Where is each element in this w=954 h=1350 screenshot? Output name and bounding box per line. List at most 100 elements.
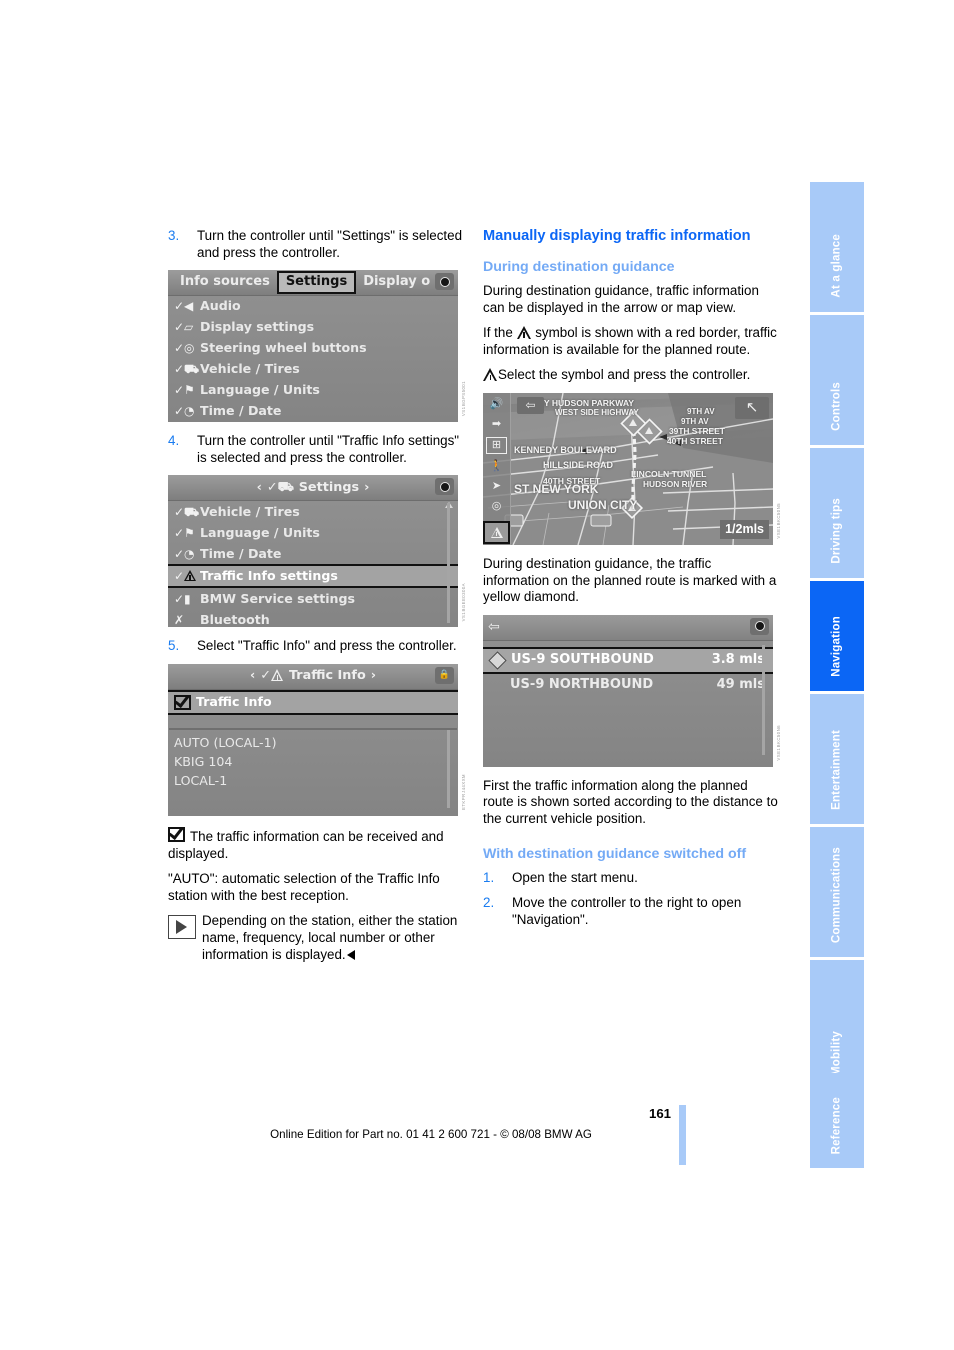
map-direction-arrow-icon[interactable]: ↖ xyxy=(735,397,769,419)
scrollbar[interactable] xyxy=(447,730,450,808)
paragraph-3: During destination guidance, the traffic… xyxy=(483,556,779,606)
pedestrian-icon[interactable]: 🚶 xyxy=(487,459,506,474)
traffic-list-row-selected[interactable]: US-9 SOUTHBOUND 3.8 mls xyxy=(483,647,773,674)
lcd-screenshot: ‹ ✓⛟ Settings › ✓⛟ Vehicle / Tires ✓⚑ La… xyxy=(168,475,458,627)
lcd-station-item[interactable]: KBIG 104 xyxy=(168,753,458,772)
lcd-title-bar: ‹ ✓⛟ Settings › xyxy=(168,475,458,501)
map-label: WEST SIDE HIGHWAY xyxy=(555,405,639,422)
page-number: 161 xyxy=(649,1106,671,1121)
lcd-list-item[interactable]: ✓⛟ Vehicle / Tires xyxy=(168,359,458,380)
subheading-with-destination-guidance-off: With destination guidance switched off xyxy=(483,846,779,863)
scrollbar[interactable] xyxy=(762,645,765,755)
chevron-right-icon: › xyxy=(371,668,376,685)
step-text: Open the start menu. xyxy=(512,870,779,887)
lcd-list-item[interactable]: ✓⚑ Language / Units xyxy=(168,522,458,543)
lcd-list-item[interactable]: ✓◎ Steering wheel buttons xyxy=(168,338,458,359)
compass-icon[interactable]: ◎ xyxy=(487,499,506,514)
lcd-menu-list: ✓◀ Audio ✓▱ Display settings ✓◎ Steering… xyxy=(168,296,458,422)
sidebar-tab-navigation[interactable]: Navigation xyxy=(810,581,864,691)
bullet-select-text: Select the symbol and press the controll… xyxy=(498,367,750,382)
step-3: 3. Turn the controller until "Settings" … xyxy=(168,228,464,261)
lcd-list-item-selected[interactable]: ✓ Traffic Info settings xyxy=(168,564,458,588)
traffic-row-name: US-9 NORTHBOUND xyxy=(510,677,717,694)
note-play-text: Depending on the station, either the sta… xyxy=(202,913,457,961)
right-column: Manually displaying traffic information … xyxy=(483,228,779,937)
lcd-list-label: Time / Date xyxy=(200,403,281,420)
step-text: Move the controller to the right to open… xyxy=(512,895,779,928)
sidebar-tab-reference[interactable]: Reference xyxy=(810,1073,864,1168)
lcd-checkbox-row[interactable]: Traffic Info xyxy=(168,690,458,715)
figure-id: VS1BGPS5001 xyxy=(456,381,466,416)
tab-label: Driving tips xyxy=(831,498,843,564)
figure-traffic-list: ⇦ US-9 SOUTHBOUND 3.8 mls US-9 NORTHBOUN… xyxy=(483,615,779,767)
step-4: 4. Turn the controller until "Traffic In… xyxy=(168,433,464,466)
note-checkbox-text: The traffic information can be received … xyxy=(168,829,444,861)
volume-icon[interactable]: 🔊 xyxy=(487,397,506,412)
tab-label: Reference xyxy=(831,1097,843,1154)
sidebar-tab-at-a-glance[interactable]: At a glance xyxy=(810,182,864,312)
traffic-list-row[interactable]: US-9 NORTHBOUND 49 mls xyxy=(483,674,773,697)
lcd-tab-display-o[interactable]: Display o xyxy=(356,274,437,291)
step-number: 3. xyxy=(168,228,179,245)
left-column: 3. Turn the controller until "Settings" … xyxy=(168,228,464,972)
tab-label: At a glance xyxy=(831,234,843,298)
lcd-traffic-list: US-9 SOUTHBOUND 3.8 mls US-9 NORTHBOUND … xyxy=(483,641,773,767)
lcd-station-label: LOCAL-1 xyxy=(174,773,227,790)
lcd-list-label: Bluetooth xyxy=(200,612,270,628)
lcd-list-item[interactable]: ✓⛟ Vehicle / Tires xyxy=(168,501,458,522)
play-triangle-icon xyxy=(168,915,196,939)
footer-label: Online Edition for Part no. 01 41 2 600 … xyxy=(270,1128,592,1141)
lcd-list-item[interactable]: ✓▮ BMW Service settings xyxy=(168,588,458,609)
sidebar-tab-driving-tips[interactable]: Driving tips xyxy=(810,448,864,578)
step-1: 1. Open the start menu. xyxy=(483,870,779,887)
sidebar-tab-mobility[interactable]: Mobility xyxy=(810,960,864,1090)
paragraph-4: First the traffic information along the … xyxy=(483,778,779,828)
sidebar-tab-entertainment[interactable]: Entertainment xyxy=(810,694,864,824)
tab-label: Entertainment xyxy=(831,730,843,810)
lcd-list-item[interactable]: ✓◔ Time / Date xyxy=(168,543,458,564)
lcd-title-bar: ⇦ xyxy=(483,615,773,641)
sidebar-tab-controls[interactable]: Controls xyxy=(810,315,864,445)
checkbox-checked-icon xyxy=(168,827,185,842)
check-language-icon: ✓⚑ xyxy=(174,525,200,542)
tab-label: Communications xyxy=(831,847,843,943)
route-arrow-icon[interactable]: ➡ xyxy=(487,417,506,432)
navigation-arrow-icon[interactable]: ➤ xyxy=(487,479,506,494)
lcd-tab-settings[interactable]: Settings xyxy=(277,271,356,294)
map-label: HUDSON RIVER xyxy=(643,476,707,493)
step-text: Turn the controller until "Settings" is … xyxy=(197,228,464,261)
lcd-list-item[interactable]: ✓◔ Time / Date xyxy=(168,401,458,422)
figure-id: VS1BGEE0300A xyxy=(456,583,466,621)
lcd-list-item[interactable]: ✓▱ Display settings xyxy=(168,317,458,338)
traffic-warning-icon[interactable] xyxy=(483,521,510,544)
lcd-screenshot: ‹ ✓ Traffic Info › 🔒 Traffic Info AUTO (… xyxy=(168,664,458,816)
subheading-during-destination-guidance: During destination guidance xyxy=(483,259,779,276)
footer-text: Online Edition for Part no. 01 41 2 600 … xyxy=(0,1128,954,1141)
check-language-icon: ✓⚑ xyxy=(174,382,200,399)
lcd-station-label: KBIG 104 xyxy=(174,754,232,771)
bluetooth-icon: ✗ xyxy=(174,612,200,628)
sidebar-tab-communications[interactable]: Communications xyxy=(810,827,864,957)
lcd-list-item[interactable]: ✓◀ Audio xyxy=(168,296,458,317)
back-arrow-icon[interactable]: ⇦ xyxy=(488,619,500,636)
check-audio-icon: ✓◀ xyxy=(174,298,200,315)
lcd-list-label: Language / Units xyxy=(200,525,320,542)
note-auto: "AUTO": automatic selection of the Traff… xyxy=(168,871,464,904)
step-5: 5. Select "Traffic Info" and press the c… xyxy=(168,638,464,655)
tab-label: Mobility xyxy=(831,1031,843,1076)
split-screen-icon[interactable]: ⊞ xyxy=(486,437,507,454)
lcd-list-item[interactable]: ✓⚑ Language / Units xyxy=(168,380,458,401)
lcd-title-bar: ‹ ✓ Traffic Info › 🔒 xyxy=(168,664,458,690)
lcd-station-item[interactable]: LOCAL-1 xyxy=(168,772,458,791)
scrollbar[interactable] xyxy=(447,503,450,623)
chevron-left-icon: ‹ xyxy=(257,480,262,497)
paragraph-2-before: If the xyxy=(483,325,517,340)
lcd-list-item[interactable]: ✗ Bluetooth xyxy=(168,609,458,627)
lcd-station-item[interactable]: AUTO (LOCAL-1) xyxy=(168,734,458,753)
lcd-tab-info-sources[interactable]: Info sources xyxy=(173,274,277,291)
map-back-button[interactable]: ⇦ xyxy=(517,397,544,414)
controller-knob-icon xyxy=(435,273,454,290)
check-clock-icon: ✓◔ xyxy=(174,546,200,563)
traffic-row-name: US-9 SOUTHBOUND xyxy=(511,652,712,669)
traffic-row-distance: 49 mls xyxy=(717,677,765,694)
